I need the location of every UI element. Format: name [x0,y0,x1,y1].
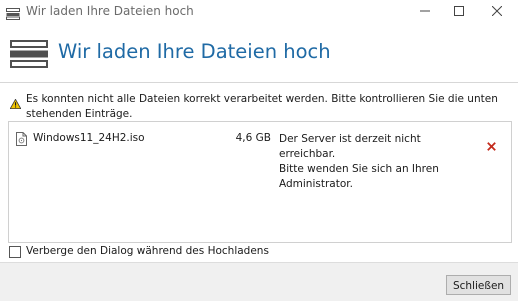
warning-icon [9,94,22,113]
hide-dialog-label[interactable]: Verberge den Dialog während des Hochlade… [26,245,269,257]
page-title: Wir laden Ihre Dateien hoch [58,40,331,63]
file-icon [16,131,27,150]
hide-dialog-checkbox[interactable] [9,246,21,258]
remove-x-icon[interactable] [487,136,496,155]
dialog-footer: Schließen [0,262,518,301]
window-title: Wir laden Ihre Dateien hoch [26,4,194,18]
file-size: 4,6 GB [235,132,271,144]
file-list[interactable]: Windows11_24H2.iso 4,6 GB Der Server ist… [8,121,512,243]
upload-app-icon [6,5,20,20]
close-icon [492,6,502,16]
file-error-message: Der Server ist derzeit nicht erreichbar.… [279,133,439,190]
close-button[interactable]: Schließen [446,275,511,295]
upload-stack-icon [10,40,48,72]
minimize-button[interactable] [406,0,444,22]
file-name: Windows11_24H2.iso [33,132,145,144]
title-bar: Wir laden Ihre Dateien hoch [0,0,518,22]
maximize-icon [454,6,464,16]
dialog-header: Wir laden Ihre Dateien hoch [0,22,518,82]
warning-text: Es konnten nicht alle Dateien korrekt ve… [26,93,498,120]
maximize-button[interactable] [440,0,478,22]
minimize-icon [420,10,430,12]
list-item[interactable]: Windows11_24H2.iso 4,6 GB Der Server ist… [9,122,511,190]
header-divider [0,82,518,83]
window-close-button[interactable] [478,0,516,22]
